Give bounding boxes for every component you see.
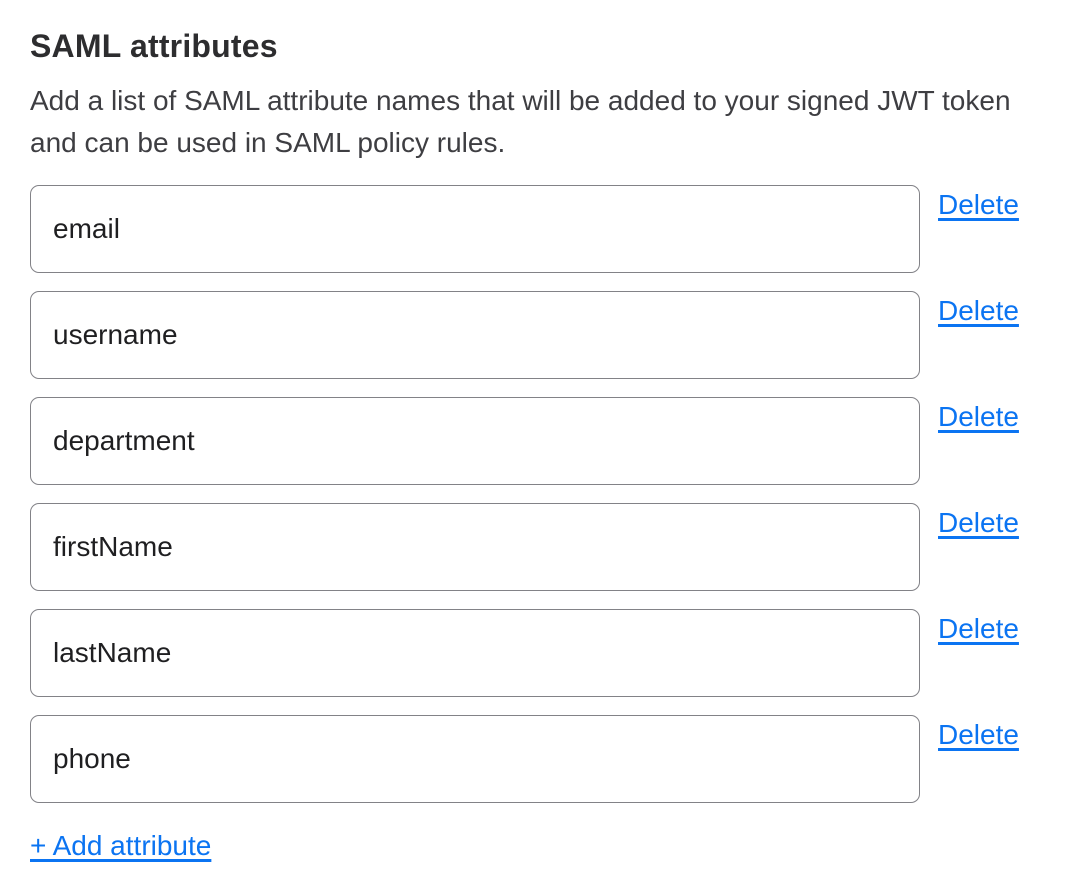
delete-attribute-link[interactable]: Delete bbox=[938, 189, 1019, 221]
delete-attribute-link[interactable]: Delete bbox=[938, 295, 1019, 327]
add-attribute-link[interactable]: + Add attribute bbox=[30, 829, 211, 863]
saml-attributes-section: SAML attributes Add a list of SAML attri… bbox=[0, 0, 1066, 886]
attribute-row: Delete bbox=[30, 503, 1036, 591]
delete-attribute-link[interactable]: Delete bbox=[938, 507, 1019, 539]
delete-attribute-link[interactable]: Delete bbox=[938, 719, 1019, 751]
attribute-row: Delete bbox=[30, 397, 1036, 485]
attribute-row: Delete bbox=[30, 609, 1036, 697]
delete-attribute-link[interactable]: Delete bbox=[938, 401, 1019, 433]
attribute-input[interactable] bbox=[30, 609, 920, 697]
description-line: Add a list of SAML attribute names that … bbox=[30, 80, 1036, 122]
attribute-input[interactable] bbox=[30, 503, 920, 591]
attribute-input[interactable] bbox=[30, 291, 920, 379]
delete-attribute-link[interactable]: Delete bbox=[938, 613, 1019, 645]
section-description: Add a list of SAML attribute names that … bbox=[30, 80, 1036, 164]
description-line: and can be used in SAML policy rules. bbox=[30, 122, 1036, 164]
attribute-row: Delete bbox=[30, 185, 1036, 273]
attribute-input[interactable] bbox=[30, 185, 920, 273]
page-title: SAML attributes bbox=[30, 26, 1036, 66]
attribute-input[interactable] bbox=[30, 715, 920, 803]
attribute-input[interactable] bbox=[30, 397, 920, 485]
attribute-row: Delete bbox=[30, 715, 1036, 803]
attribute-row: Delete bbox=[30, 291, 1036, 379]
